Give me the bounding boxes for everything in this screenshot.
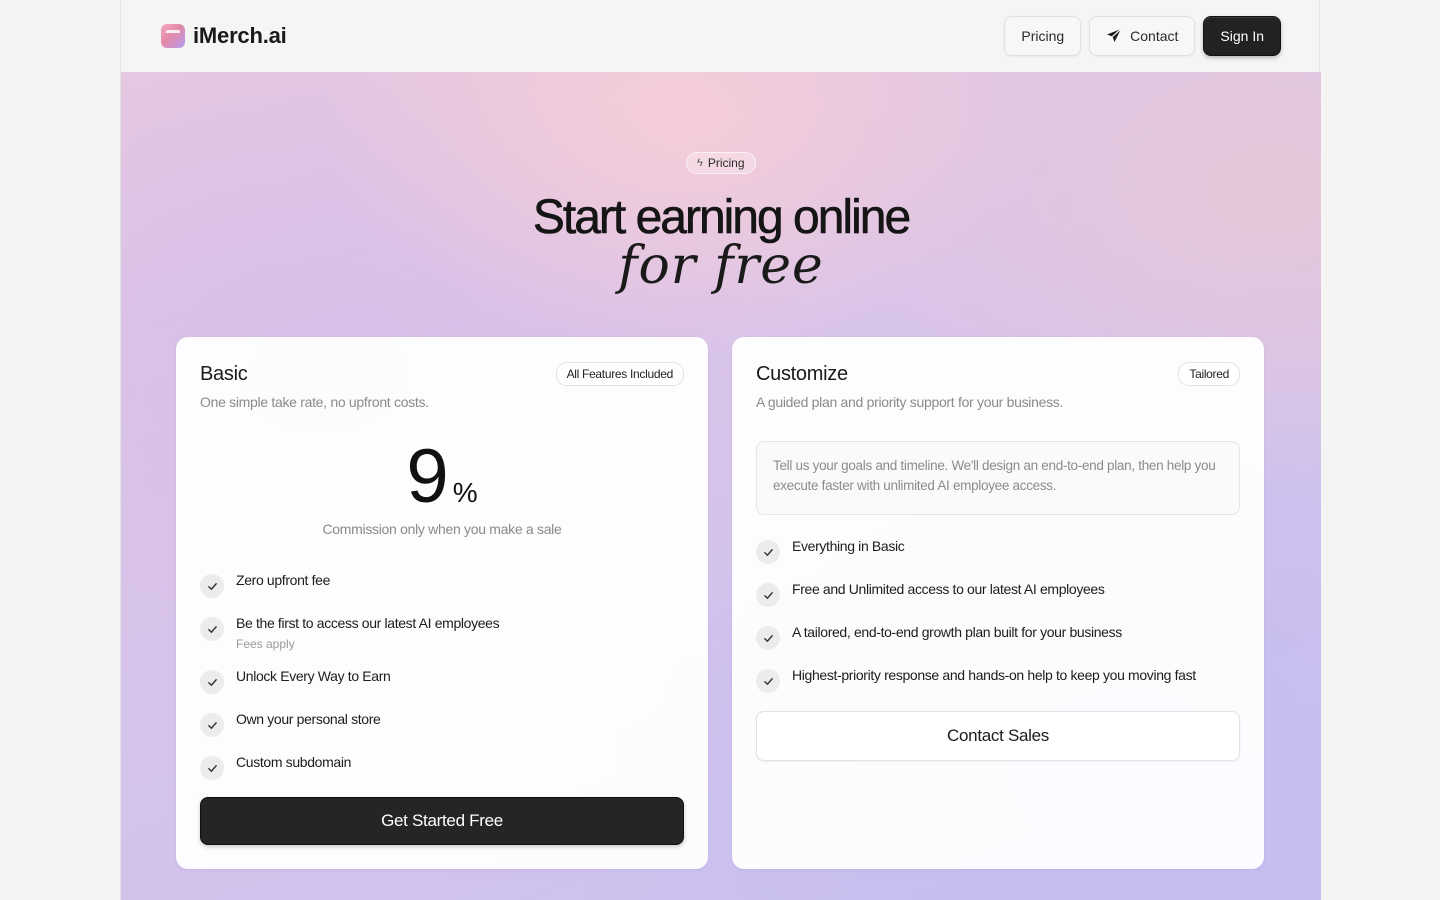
- check-icon: [200, 574, 224, 598]
- send-icon: [1107, 28, 1122, 42]
- feature-text: Free and Unlimited access to our latest …: [792, 581, 1105, 597]
- plan-subtitle: A guided plan and priority support for y…: [756, 394, 1064, 410]
- plan-description: Tell us your goals and timeline. We'll d…: [756, 441, 1240, 515]
- feature-list: Zero upfront fee Be the first to access …: [200, 571, 500, 796]
- list-item: Zero upfront fee: [200, 571, 499, 598]
- check-icon: [756, 669, 780, 693]
- top-nav: iMerch.ai Pricing Contact Sign In: [121, 0, 1321, 72]
- brand-name: iMerch.ai: [193, 23, 287, 48]
- sign-in-button-label: Sign In: [1220, 28, 1264, 44]
- price-value: 9: [406, 434, 448, 519]
- plan-title: Customize: [756, 362, 848, 385]
- page-frame: iMerch.ai Pricing Contact Sign In ϟ Pric…: [120, 0, 1321, 900]
- list-item: Custom subdomain: [200, 753, 499, 780]
- feature-text: Zero upfront fee: [236, 572, 331, 588]
- pricing-button[interactable]: Pricing: [1004, 16, 1082, 56]
- feature-text: Custom subdomain: [236, 754, 352, 770]
- section-pill: ϟ Pricing: [686, 152, 756, 174]
- check-icon: [200, 713, 224, 737]
- check-icon: [756, 540, 780, 564]
- feature-text: A tailored, end-to-end growth plan built…: [792, 624, 1122, 640]
- pricing-hero: ϟ Pricing Start earning online for free …: [121, 72, 1321, 900]
- contact-sales-button[interactable]: Contact Sales: [756, 711, 1240, 761]
- plan-badge: All Features Included: [555, 362, 684, 386]
- feature-list: Everything in Basic Free and Unlimited a…: [756, 537, 1196, 709]
- sign-in-button[interactable]: Sign In: [1203, 16, 1281, 56]
- brand[interactable]: iMerch.ai: [161, 23, 287, 49]
- feature-text: Be the first to access our latest AI emp…: [236, 615, 500, 631]
- price-unit: %: [452, 477, 478, 508]
- check-icon: [756, 626, 780, 650]
- pricing-button-label: Pricing: [1021, 28, 1065, 44]
- plan-title: Basic: [200, 362, 248, 385]
- contact-button-label: Contact: [1130, 28, 1179, 44]
- basic-plan-card: Basic All Features Included One simple t…: [176, 337, 708, 869]
- price: 9%: [176, 433, 708, 520]
- contact-button[interactable]: Contact: [1089, 16, 1196, 56]
- feature-text: Highest-priority response and hands-on h…: [792, 667, 1196, 683]
- page-title-script: for free: [618, 236, 824, 296]
- plan-subtitle: One simple take rate, no upfront costs.: [200, 394, 429, 410]
- feature-text: Unlock Every Way to Earn: [236, 668, 391, 684]
- brand-logo-icon: [161, 24, 185, 48]
- price-caption: Commission only when you make a sale: [322, 521, 562, 537]
- list-item: Be the first to access our latest AI emp…: [200, 614, 500, 651]
- nav-actions: Pricing Contact Sign In: [1004, 16, 1281, 56]
- list-item: Unlock Every Way to Earn: [200, 667, 499, 694]
- plan-badge: Tailored: [1178, 362, 1240, 386]
- customize-plan-card: Customize Tailored A guided plan and pri…: [732, 337, 1264, 869]
- list-item: Highest-priority response and hands-on h…: [756, 666, 1196, 693]
- check-icon: [200, 756, 224, 780]
- feature-text: Own your personal store: [236, 711, 381, 727]
- feature-text: Everything in Basic: [792, 538, 905, 554]
- get-started-button[interactable]: Get Started Free: [200, 797, 684, 845]
- list-item: A tailored, end-to-end growth plan built…: [756, 623, 1196, 650]
- list-item: Free and Unlimited access to our latest …: [756, 580, 1196, 607]
- check-icon: [200, 617, 224, 641]
- list-item: Everything in Basic: [756, 537, 1196, 564]
- check-icon: [756, 583, 780, 607]
- section-pill-label: Pricing: [707, 156, 745, 170]
- list-item: Own your personal store: [200, 710, 499, 737]
- check-icon: [200, 670, 224, 694]
- lightning-icon: ϟ: [697, 157, 703, 169]
- feature-note: Fees apply: [236, 637, 295, 651]
